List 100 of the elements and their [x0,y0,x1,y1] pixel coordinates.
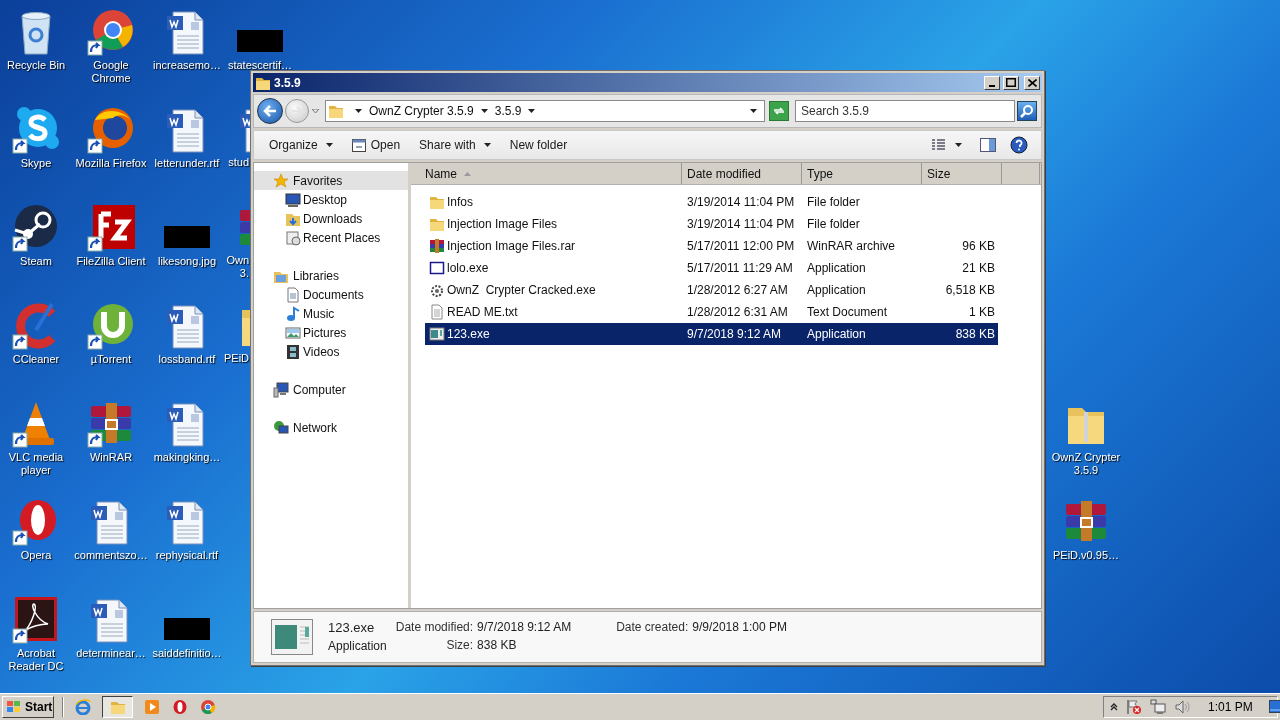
detail-label: Size: [445,638,474,652]
search-icon [1020,104,1034,118]
menu-button[interactable]: Organize [264,134,338,156]
file-name: 123.exe [447,326,490,343]
file-row[interactable]: Infos 3/19/2014 11:04 PM File folder [425,191,998,213]
nav-item[interactable]: Favorites [254,171,408,190]
file-row[interactable]: lolo.exe 5/17/2011 11:29 AM Application 21 KB [425,257,998,279]
nav-item[interactable]: Network [254,418,408,437]
monitor-icon [285,191,301,208]
archive-books-icon [429,238,445,254]
music-note-icon [285,305,301,322]
icon-label: Own 3. [225,254,249,280]
maximize-button[interactable] [1003,75,1019,90]
breadcrumb[interactable]: 3.5.9 [494,102,522,120]
monitor-icon [1268,700,1280,714]
detail-value: 9/7/2018 9:12 AM [477,620,572,634]
date-cell-text: 1/28/2012 6:27 AM [686,282,789,299]
maximize-icon [1006,78,1016,87]
help-button[interactable] [1007,134,1031,156]
type-cell-text: Application [806,282,867,299]
caret-icon [955,143,962,147]
folder-icon [429,194,445,210]
date-cell-text: 1/28/2012 6:31 AM [686,304,789,321]
icon-label: Opera [20,549,52,562]
icon-label: likesong.jpg [157,255,217,268]
refresh-button[interactable] [769,101,789,121]
nav-item[interactable]: Desktop [254,190,408,209]
type-cell-text: File folder [806,216,861,233]
caret-icon [325,143,333,147]
network-icon [1150,699,1166,715]
toolbar-button[interactable]: Open [346,134,406,156]
detail-file-name: 123.exe [328,621,376,635]
computer-icon [273,381,289,398]
application-window-icon [271,619,313,655]
icon-label: saiddefinitio… [152,647,222,660]
detail-file-type: Application [328,639,387,653]
date-cell-text: 3/19/2014 11:04 PM [686,194,796,211]
size-cell-text: 1 KB [968,304,996,321]
speaker-icon [1174,699,1190,715]
icon-label: WinRAR [89,451,133,464]
file-name: Infos [447,194,473,211]
caret-icon [528,109,536,113]
file-row[interactable]: Injection Image Files.rar 5/17/2011 12:00 PM WinRAR archive 96 KB [425,235,998,257]
start-button[interactable]: Start [2,696,54,718]
column-header[interactable]: Name [411,163,682,184]
search-field[interactable]: Search 3.5.9 [795,100,1015,122]
chevron-up-icon [1110,703,1118,711]
icon-label: Skype [20,157,52,170]
icon-label: µTorrent [90,353,132,366]
nav-item[interactable]: Computer [254,380,408,399]
refresh-icon [772,105,786,117]
nav-item[interactable]: Recent Places [254,228,408,247]
nav-item[interactable]: Libraries [254,266,408,285]
gear-icon [429,282,445,298]
nav-item[interactable]: Documents [254,285,408,304]
file-row[interactable]: READ ME.txt 1/28/2012 6:31 AM Text Document 1 KB [425,301,998,323]
minimize-button[interactable] [984,75,1000,90]
icon-label: letterunder.rtf [154,157,220,170]
nav-item[interactable]: Music [254,304,408,323]
address-bar[interactable]: OwnZ Crypter 3.5.9 3.5.9 [325,100,765,122]
icon-label: OwnZ Crypter 3.5.9 [1051,451,1121,477]
detail-label: Date created: [616,620,689,634]
icon-label: Mozilla Firefox [75,157,147,170]
file-name: lolo.exe [447,260,489,277]
network-globe-icon [273,419,289,436]
column-header[interactable]: Date modified [682,163,802,184]
detail-value: 9/9/2018 1:00 PM [692,620,787,634]
recent-places-icon [285,229,301,246]
icon-label: lossband.rtf [158,353,216,366]
taskbar-button[interactable] [102,696,133,718]
breadcrumb[interactable]: OwnZ Crypter 3.5.9 [369,102,474,120]
nav-item[interactable]: Videos [254,342,408,361]
nav-item[interactable]: Downloads [254,209,408,228]
icon-label: Google Chrome [91,59,131,85]
toolbar-button[interactable]: New folder [504,134,573,156]
detail-label: Date modified: [395,620,474,634]
caret-icon [483,143,491,147]
icon-label: PEiD [224,352,249,365]
search-button[interactable] [1017,101,1037,121]
file-row[interactable]: Injection Image Files 3/19/2014 11:04 PM File folder [425,213,998,235]
text-file-icon [429,304,445,320]
close-button[interactable] [1024,75,1040,90]
media-player-icon [144,699,160,715]
back-button[interactable] [257,98,283,124]
menu-button[interactable]: Share with [414,134,496,156]
nav-item[interactable]: Pictures [254,323,408,342]
column-header[interactable]: Type [802,163,922,184]
file-row[interactable]: OwnZ Crypter Cracked.exe 1/28/2012 6:27 AM Application 6,518 KB [425,279,998,301]
icon-label: CCleaner [12,353,60,366]
column-header[interactable]: Size [922,163,1002,184]
icon-label: statescertif… [227,59,293,72]
size-cell-text: 21 KB [961,260,996,277]
icon-label: Acrobat Reader DC [8,647,64,673]
file-row[interactable]: 123.exe 9/7/2018 9:12 AM Application 838 KB [425,323,998,345]
window-icon [351,138,366,152]
internet-explorer-icon [75,699,91,715]
show-desktop-button[interactable] [1268,700,1280,714]
chrome-icon [200,699,216,715]
preview-pane-icon [980,138,996,152]
windows-flag-icon [6,700,22,714]
